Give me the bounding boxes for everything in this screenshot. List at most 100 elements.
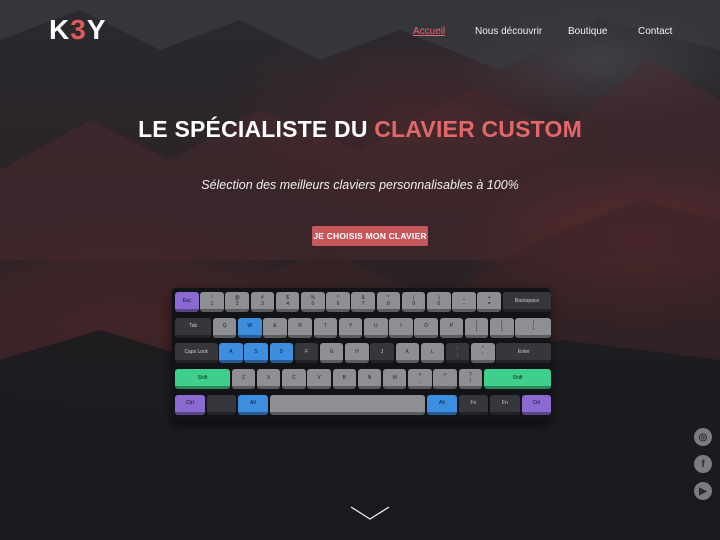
key-l: L xyxy=(420,343,445,364)
key-caps-lock: Caps Lock xyxy=(175,343,218,364)
key-enter: Enter xyxy=(496,343,552,364)
key-v: V xyxy=(307,369,331,390)
key-label: S xyxy=(254,348,258,355)
key-label: Alt xyxy=(250,400,256,407)
key-label: L xyxy=(431,348,434,355)
key-alt: Alt xyxy=(238,394,268,415)
keyboard-image: Esc ! 1 @2 #3 $4% 5 ^ 6 & 7 * 8(9) 0 _ - + = Backspace Tab Q… xyxy=(172,288,552,421)
key-d: D xyxy=(269,343,294,364)
key-label: U xyxy=(373,323,378,330)
key-label: Backspace xyxy=(514,297,540,304)
key-label: O xyxy=(424,323,429,330)
brand-logo[interactable]: K3Y xyxy=(49,14,107,46)
hero-title-main: LE SPÉCIALISTE DU xyxy=(138,116,375,142)
logo-letter-y: Y xyxy=(86,14,107,45)
nav-item-nous-decouvrir[interactable]: Nous découvrir xyxy=(475,26,542,37)
key-sub-label: 2 xyxy=(235,300,239,307)
nav-item-contact[interactable]: Contact xyxy=(638,26,672,37)
key-sub-label: ; xyxy=(456,351,459,358)
key--: ) 0 xyxy=(427,292,451,312)
key-label: P xyxy=(449,323,454,330)
key-a: A xyxy=(219,343,243,364)
key--: :; xyxy=(445,343,470,364)
key-label: G xyxy=(329,348,334,355)
key-x: X xyxy=(256,369,281,390)
key-ctrl: Ctrl xyxy=(175,394,205,415)
key-label: Enter xyxy=(517,348,530,355)
key-label: J xyxy=(380,348,384,355)
key-sub-label: 9 xyxy=(412,300,415,307)
key-sub-label: 8 xyxy=(387,300,390,307)
key-label: D xyxy=(279,348,284,355)
key--: {[ xyxy=(464,317,489,338)
hero-title: LE SPÉCIALISTE DU CLAVIER CUSTOM xyxy=(0,116,720,143)
key-label: T xyxy=(323,323,327,330)
key-label: N xyxy=(367,374,372,381)
key-y: Y xyxy=(338,317,363,338)
chevron-down-icon xyxy=(350,506,390,520)
key-sub-label: 5 xyxy=(311,300,315,307)
key--: <, xyxy=(408,369,432,390)
key-label: K xyxy=(405,348,409,355)
key-label: Ctrl xyxy=(532,400,541,407)
logo-letter-k: K xyxy=(49,14,71,45)
key-o: O xyxy=(414,317,438,338)
key-f: F xyxy=(294,343,319,364)
nav-item-accueil[interactable]: Accueil xyxy=(413,26,445,37)
instagram-icon[interactable]: ◎ xyxy=(694,428,712,446)
facebook-icon[interactable]: f xyxy=(694,455,712,473)
key-b: B xyxy=(332,369,357,390)
key-label: V xyxy=(317,374,321,381)
key-sub-label: 4 xyxy=(286,300,289,307)
key--: }] xyxy=(490,317,514,338)
key-c: C xyxy=(282,369,306,390)
key-z: Z xyxy=(231,369,256,390)
key-fn: Fn xyxy=(458,394,489,415)
key-sub-label: \ xyxy=(532,326,534,333)
hero-title-accent: CLAVIER CUSTOM xyxy=(374,116,582,142)
key-label: I xyxy=(400,323,402,330)
key-sub-label: [ xyxy=(475,326,478,333)
key--: * 8 xyxy=(376,292,401,312)
key--: ! 1 xyxy=(200,292,224,312)
key-e: E xyxy=(263,317,287,338)
key--: (9 xyxy=(401,292,426,312)
key-label: E xyxy=(273,323,277,330)
nav-item-boutique[interactable]: Boutique xyxy=(568,26,607,37)
key--: + = xyxy=(477,292,501,312)
key--: >. xyxy=(433,369,457,390)
key--: & 7 xyxy=(351,292,375,312)
key-label: M xyxy=(392,374,397,381)
youtube-icon[interactable]: ▶ xyxy=(694,482,712,500)
scroll-down-button[interactable] xyxy=(350,505,390,526)
key-sub-label: 1 xyxy=(210,300,214,307)
key-label: Esc xyxy=(182,297,191,304)
key--: _ - xyxy=(452,292,476,312)
key-g: G xyxy=(319,343,344,364)
key-r: R xyxy=(288,317,312,338)
key-j: J xyxy=(370,343,394,364)
key-label: Alt xyxy=(439,400,445,407)
key-t: T xyxy=(313,317,338,338)
key-label: X xyxy=(267,374,271,381)
key-h: H xyxy=(345,343,369,364)
key-i: I xyxy=(389,317,413,338)
key-sub-label: ' xyxy=(482,351,484,358)
key-label: Shift xyxy=(512,374,523,381)
key-sub-label: ] xyxy=(501,326,503,333)
key--: | \ xyxy=(515,317,552,338)
key-label: A xyxy=(229,348,233,355)
key-sub-label: , xyxy=(419,377,421,384)
key-sub-label: / xyxy=(469,377,471,384)
key-label: B xyxy=(342,374,346,381)
key-k: K xyxy=(395,343,420,364)
key-label: Tab xyxy=(189,323,198,330)
key-label: W xyxy=(247,323,253,330)
key-sub-label: 7 xyxy=(361,300,365,307)
key-alt: Alt xyxy=(427,394,457,415)
choose-keyboard-button[interactable]: JE CHOISIS MON CLAVIER xyxy=(312,226,428,246)
key-fn: Fn xyxy=(490,394,520,415)
key-backspace: Backspace xyxy=(502,292,552,312)
key-sub-label: 0 xyxy=(437,300,441,307)
logo-letter-3: 3 xyxy=(70,14,87,45)
